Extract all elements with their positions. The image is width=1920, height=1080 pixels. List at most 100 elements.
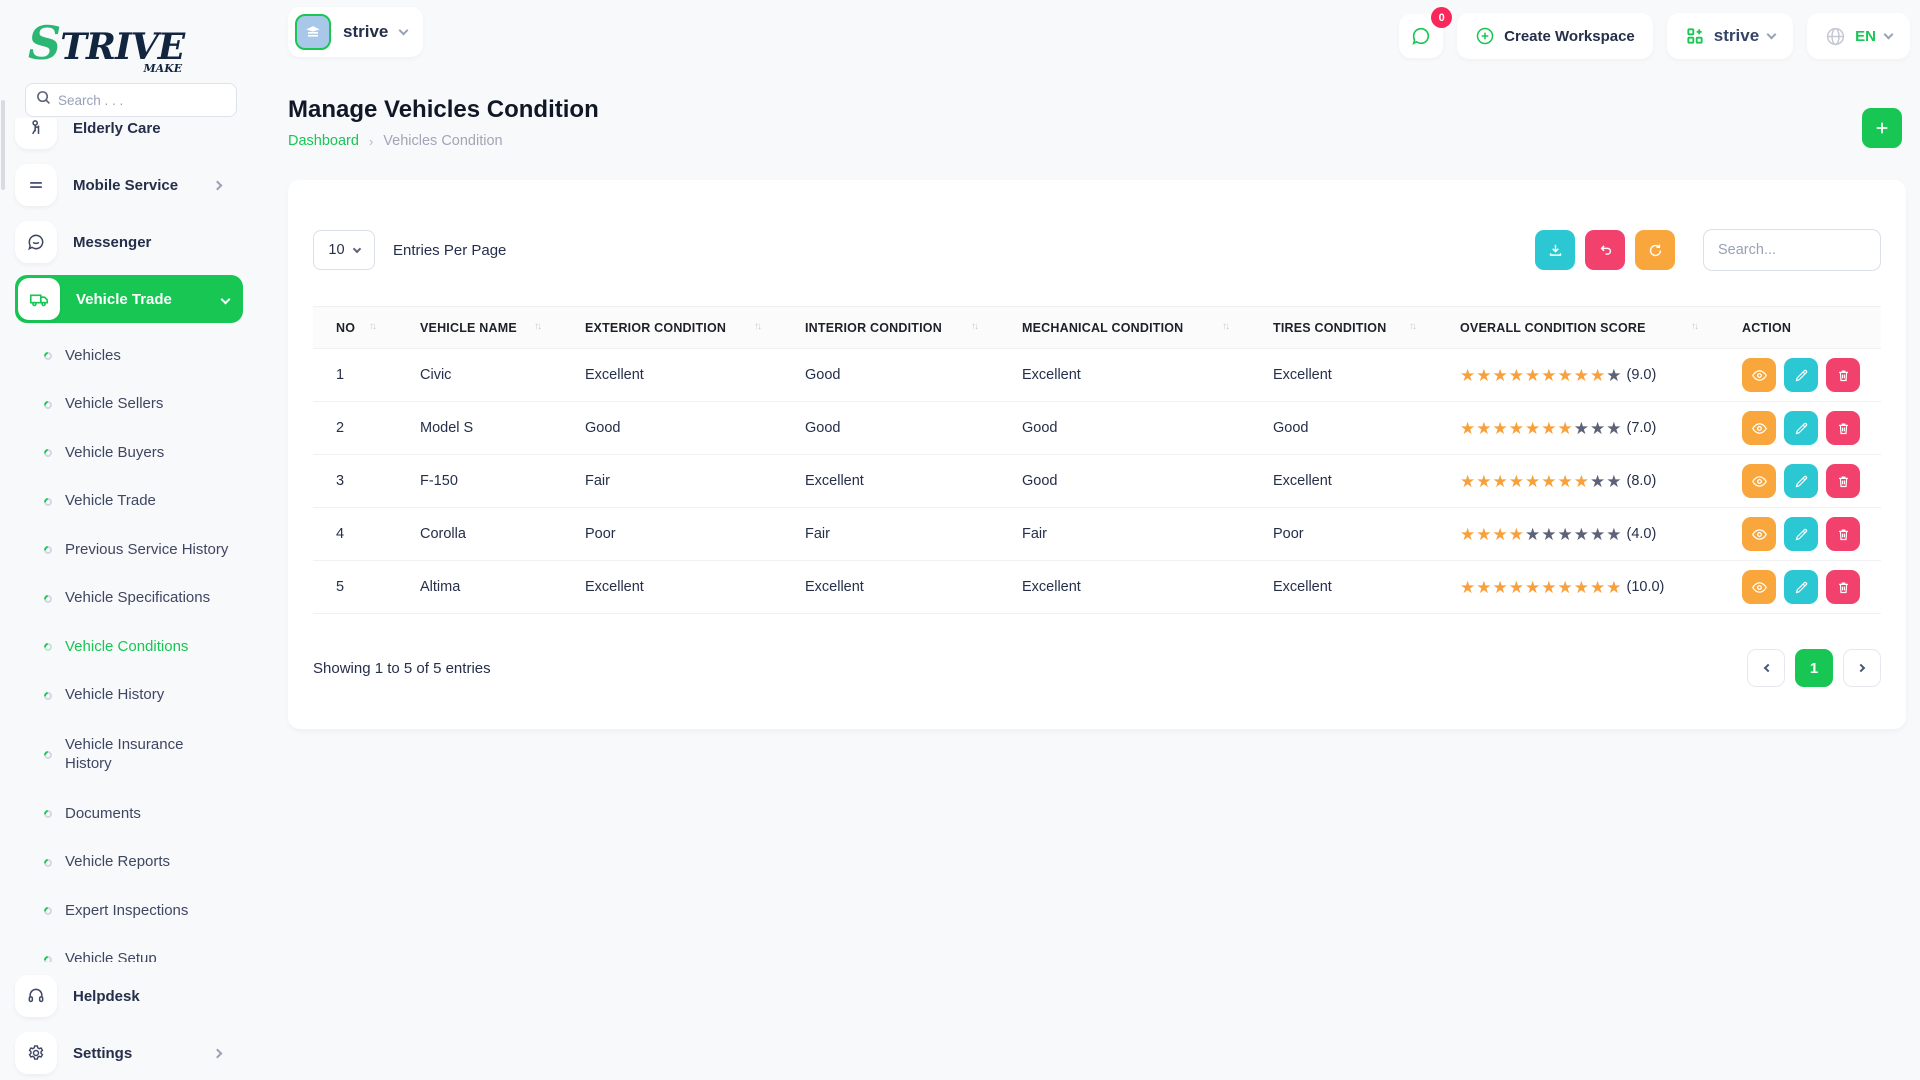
showing-entries-text: Showing 1 to 5 of 5 entries (313, 660, 491, 677)
star-icon: ★ (1606, 367, 1621, 384)
sort-icon[interactable]: ↑↓ (534, 321, 540, 332)
cell-exterior: Fair (562, 455, 782, 508)
edit-button[interactable] (1784, 411, 1818, 445)
undo-button[interactable] (1585, 230, 1625, 270)
sidebar-subitem-vehicle-sellers[interactable]: Vehicle Sellers (0, 381, 243, 430)
sidebar-subitem-vehicle-reports[interactable]: Vehicle Reports (0, 839, 243, 888)
create-workspace-button[interactable]: Create Workspace (1457, 13, 1653, 59)
star-icon: ★ (1574, 367, 1589, 384)
sort-icon[interactable]: ↑↓ (971, 321, 977, 332)
page-1-button[interactable]: 1 (1795, 649, 1833, 687)
table-row: 3F-150FairExcellentGoodExcellent★★★★★★★★… (313, 455, 1881, 508)
view-button[interactable] (1742, 517, 1776, 551)
cell-actions (1719, 561, 1881, 614)
edit-button[interactable] (1784, 358, 1818, 392)
sidebar-subitem-vehicle-trade[interactable]: Vehicle Trade (0, 478, 243, 527)
sidebar-subitem-vehicle-buyers[interactable]: Vehicle Buyers (0, 429, 243, 478)
next-page-button[interactable] (1843, 649, 1881, 687)
sidebar-item-vehicle-trade[interactable]: Vehicle Trade (15, 275, 243, 323)
edit-button[interactable] (1784, 570, 1818, 604)
cell-interior: Excellent (782, 561, 999, 614)
chevron-right-icon (213, 1048, 223, 1058)
org-switcher[interactable]: strive (1667, 13, 1793, 59)
app-logo[interactable]: STRIVE MAKE (28, 16, 184, 72)
sort-icon[interactable]: ↑↓ (1409, 321, 1415, 332)
sidebar-item-settings[interactable]: Settings (15, 1029, 243, 1077)
breadcrumb-dashboard[interactable]: Dashboard (288, 133, 359, 149)
export-button[interactable] (1535, 230, 1575, 270)
chat-button[interactable]: 0 (1399, 14, 1443, 58)
cell-actions (1719, 402, 1881, 455)
col-mechanical-condition[interactable]: MECHANICAL CONDITION↑↓ (999, 307, 1250, 349)
sidebar-item-label: Elderly Care (73, 120, 161, 137)
sort-icon[interactable]: ↑↓ (1691, 321, 1697, 332)
sidebar-subitem-previous-service-history[interactable]: Previous Service History (0, 526, 243, 575)
bullet-icon (42, 690, 53, 701)
sidebar-subitem-documents[interactable]: Documents (0, 790, 243, 839)
cell-mechanical: Fair (999, 508, 1250, 561)
col-interior-condition[interactable]: INTERIOR CONDITION↑↓ (782, 307, 999, 349)
delete-button[interactable] (1826, 358, 1860, 392)
add-condition-button[interactable] (1862, 108, 1902, 148)
sidebar-subitem-vehicle-specifications[interactable]: Vehicle Specifications (0, 575, 243, 624)
sidebar-footer: Helpdesk Settings (0, 972, 243, 1080)
view-button[interactable] (1742, 464, 1776, 498)
view-button[interactable] (1742, 570, 1776, 604)
star-icon: ★ (1606, 420, 1621, 437)
cell-actions (1719, 455, 1881, 508)
star-icon: ★ (1541, 367, 1556, 384)
col-no[interactable]: NO↑↓ (313, 307, 397, 349)
table-search-input[interactable] (1703, 229, 1881, 271)
topbar: strive 0 Create Workspace strive EN (243, 0, 1920, 72)
star-icon: ★ (1460, 473, 1475, 490)
sort-icon[interactable]: ↑↓ (369, 321, 375, 332)
cell-vehicle-name: Civic (397, 349, 562, 402)
download-icon (1547, 242, 1564, 259)
refresh-button[interactable] (1635, 230, 1675, 270)
sidebar-item-messenger[interactable]: Messenger (15, 218, 243, 266)
sidebar-search-input[interactable] (58, 93, 226, 108)
col-tires-condition[interactable]: TIRES CONDITION↑↓ (1250, 307, 1437, 349)
star-icon: ★ (1476, 367, 1491, 384)
view-button[interactable] (1742, 411, 1776, 445)
edit-button[interactable] (1784, 464, 1818, 498)
sidebar-subitem-vehicles[interactable]: Vehicles (0, 332, 243, 381)
page-header: Manage Vehicles Condition Dashboard › Ve… (288, 96, 599, 149)
chevron-right-icon (213, 180, 223, 190)
sidebar-subitem-vehicle-insurance-history[interactable]: Vehicle Insurance History (0, 720, 243, 790)
star-icon: ★ (1590, 473, 1605, 490)
delete-button[interactable] (1826, 570, 1860, 604)
star-icon: ★ (1509, 579, 1524, 596)
cell-interior: Excellent (782, 455, 999, 508)
star-icon: ★ (1541, 579, 1556, 596)
col-overall-score[interactable]: OVERALL CONDITION SCORE↑↓ (1437, 307, 1719, 349)
sort-icon[interactable]: ↑↓ (754, 321, 760, 332)
sidebar-subitem-vehicle-conditions[interactable]: Vehicle Conditions (0, 623, 243, 672)
prev-page-button[interactable] (1747, 649, 1785, 687)
sidebar-subitem-vehicle-history[interactable]: Vehicle History (0, 672, 243, 721)
delete-button[interactable] (1826, 411, 1860, 445)
vehicle-conditions-table: NO↑↓ VEHICLE NAME↑↓ EXTERIOR CONDITION↑↓… (313, 306, 1881, 614)
trash-icon (1836, 580, 1851, 595)
chevron-right-icon (1857, 664, 1865, 672)
language-selector[interactable]: EN (1807, 13, 1910, 59)
sidebar-subitem-expert-inspections[interactable]: Expert Inspections (0, 887, 243, 936)
sidebar-item-elderly-care[interactable]: Elderly Care (15, 118, 243, 152)
delete-button[interactable] (1826, 464, 1860, 498)
view-button[interactable] (1742, 358, 1776, 392)
delete-button[interactable] (1826, 517, 1860, 551)
sort-icon[interactable]: ↑↓ (1222, 321, 1228, 332)
col-exterior-condition[interactable]: EXTERIOR CONDITION↑↓ (562, 307, 782, 349)
sidebar-item-mobile-service[interactable]: Mobile Service (15, 161, 243, 209)
workspace-avatar-icon (295, 14, 331, 50)
workspace-name: strive (343, 22, 388, 42)
cell-mechanical: Good (999, 455, 1250, 508)
col-vehicle-name[interactable]: VEHICLE NAME↑↓ (397, 307, 562, 349)
workspace-switcher[interactable]: strive (288, 7, 423, 57)
sidebar-search[interactable] (25, 83, 237, 117)
sidebar-subitem-vehicle-setup[interactable]: Vehicle Setup (0, 936, 243, 963)
edit-button[interactable] (1784, 517, 1818, 551)
entries-per-page-select[interactable]: 10 (313, 230, 375, 270)
sidebar-item-helpdesk[interactable]: Helpdesk (15, 972, 243, 1020)
star-icon: ★ (1574, 473, 1589, 490)
